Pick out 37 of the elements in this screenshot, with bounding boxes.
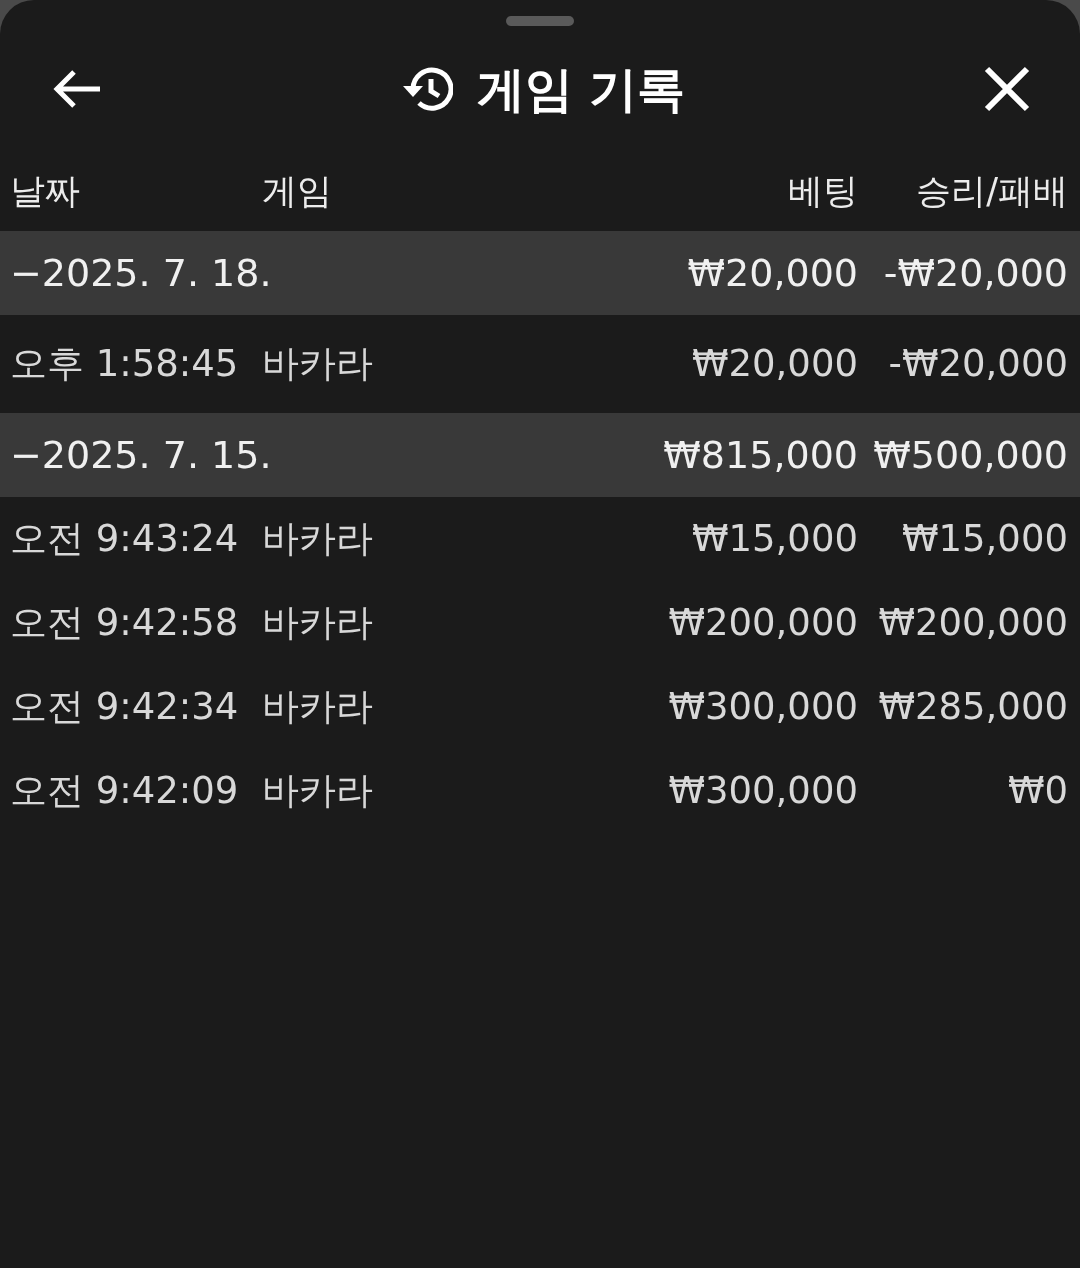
group-result-total: -₩20,000 bbox=[883, 250, 1068, 295]
drag-handle[interactable] bbox=[506, 16, 574, 26]
game-cell: 바카라 bbox=[262, 685, 373, 729]
result-cell: ₩15,000 bbox=[901, 517, 1068, 561]
group-date: −2025. 7. 15. bbox=[10, 432, 272, 477]
time-cell: 오전 9:42:58 bbox=[10, 601, 239, 645]
group-date: −2025. 7. 18. bbox=[10, 250, 272, 295]
time-cell: 오전 9:43:24 bbox=[10, 517, 239, 561]
time-cell: 오후 1:58:45 bbox=[10, 342, 239, 386]
time-cell: 오전 9:42:09 bbox=[10, 769, 239, 813]
bet-cell: ₩20,000 bbox=[691, 342, 858, 386]
game-cell: 바카라 bbox=[262, 342, 373, 386]
game-cell: 바카라 bbox=[262, 601, 373, 645]
bet-cell: ₩300,000 bbox=[668, 685, 858, 729]
group-result-total: ₩500,000 bbox=[873, 432, 1068, 477]
column-header: 날짜 bbox=[10, 170, 80, 211]
result-cell: ₩0 bbox=[1007, 769, 1068, 813]
result-cell: ₩200,000 bbox=[878, 601, 1068, 645]
column-header: 승리/패배 bbox=[916, 170, 1068, 211]
date-group-row[interactable]: −2025. 7. 18. ₩20,000 -₩20,000 bbox=[0, 231, 1080, 315]
game-cell: 바카라 bbox=[262, 769, 373, 813]
bet-cell: ₩15,000 bbox=[691, 517, 858, 561]
result-cell: ₩285,000 bbox=[878, 685, 1068, 729]
bet-cell: ₩200,000 bbox=[668, 601, 858, 645]
result-cell: -₩20,000 bbox=[888, 342, 1068, 386]
column-header: 베팅 bbox=[788, 170, 858, 211]
bet-cell: ₩300,000 bbox=[668, 769, 858, 813]
close-icon[interactable] bbox=[984, 65, 1030, 112]
column-header: 게임 bbox=[262, 170, 332, 211]
time-cell: 오전 9:42:34 bbox=[10, 685, 239, 729]
game-cell: 바카라 bbox=[262, 517, 373, 561]
group-bet-total: ₩815,000 bbox=[663, 432, 858, 477]
history-icon bbox=[400, 65, 453, 112]
group-bet-total: ₩20,000 bbox=[687, 250, 858, 295]
back-arrow-icon[interactable] bbox=[52, 67, 102, 110]
date-group-row[interactable]: −2025. 7. 15. ₩815,000 ₩500,000 bbox=[0, 413, 1080, 497]
sheet-title: 게임 기록 bbox=[476, 59, 686, 119]
